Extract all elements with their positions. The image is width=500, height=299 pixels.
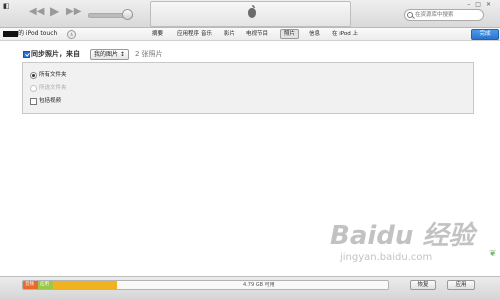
play-icon[interactable]: ▶ xyxy=(50,5,59,17)
tab-summary[interactable]: 摘要 xyxy=(152,30,163,38)
all-folders-label: 所有文件夹 xyxy=(39,72,67,78)
revert-button[interactable]: 恢复 xyxy=(410,280,436,290)
capacity-bar-area: 音频 应用 4.79 GB 可用 恢复 应用 xyxy=(0,276,500,299)
watermark-logo: Baidu 经验 xyxy=(330,221,475,251)
sync-photos-label: 同步照片，来自 xyxy=(31,50,80,58)
apple-logo-icon xyxy=(248,5,256,18)
tab-movies[interactable]: 影片 xyxy=(224,30,235,38)
title-bar: ◧ ◀◀ ▶ ▶▶ –□✕ xyxy=(0,0,500,28)
volume-knob[interactable] xyxy=(122,9,133,20)
search-icon xyxy=(407,11,413,18)
leaf-icon: ❦ xyxy=(489,249,497,259)
watermark: Baidu 经验 jingyan.baidu.com xyxy=(330,222,475,268)
eject-icon[interactable]: ≙ xyxy=(67,30,76,39)
all-folders-radio[interactable] xyxy=(30,72,37,79)
sync-photos-header: 同步照片，来自 我的图片 ↕ 2 张照片 xyxy=(22,48,472,62)
photo-count: 2 张照片 xyxy=(135,50,163,58)
capacity-meter[interactable]: 音频 应用 4.79 GB 可用 xyxy=(22,280,389,290)
include-videos-label: 包括视频 xyxy=(39,98,62,104)
capacity-segment-apps: 应用 xyxy=(38,281,53,289)
device-name: 的 iPod touch xyxy=(18,30,58,37)
capacity-segment-other xyxy=(53,281,117,289)
next-track-icon[interactable]: ▶▶ xyxy=(66,7,81,17)
search-input[interactable] xyxy=(415,10,481,20)
device-navbar: 的 iPod touch ≙ 摘要 应用程序 音乐 影片 电视节目 照片 信息 … xyxy=(0,28,500,41)
selected-folders-radio[interactable] xyxy=(30,85,37,92)
window-controls[interactable]: –□✕ xyxy=(467,1,496,8)
tab-apps[interactable]: 应用程序 xyxy=(177,30,199,38)
tab-photos[interactable]: 照片 xyxy=(280,29,300,39)
tab-on-ipod[interactable]: 在 iPod 上 xyxy=(332,30,358,38)
sync-photos-checkbox[interactable] xyxy=(23,51,30,58)
status-display xyxy=(150,1,351,27)
capacity-segment-audio: 音频 xyxy=(23,281,38,289)
photo-source-dropdown[interactable]: 我的图片 ↕ xyxy=(90,49,129,60)
done-button[interactable]: 完成 xyxy=(471,29,499,40)
watermark-url: jingyan.baidu.com xyxy=(340,252,433,263)
include-videos-checkbox[interactable] xyxy=(30,98,37,105)
tab-tv-shows[interactable]: 电视节目 xyxy=(246,30,268,38)
previous-track-icon[interactable]: ◀◀ xyxy=(29,7,44,17)
window-menu-icon[interactable]: ◧ xyxy=(3,3,12,10)
redacted-device-owner xyxy=(3,31,18,37)
free-space-label: 4.79 GB 可用 xyxy=(243,282,275,288)
apply-button[interactable]: 应用 xyxy=(447,280,475,290)
selected-folders-label: 所选文件夹 xyxy=(39,85,67,91)
tab-music[interactable]: 音乐 xyxy=(201,30,212,38)
library-search[interactable] xyxy=(404,9,484,21)
tab-info[interactable]: 信息 xyxy=(309,30,320,38)
sync-options-box: 所有文件夹 所选文件夹 包括视频 xyxy=(22,62,474,114)
